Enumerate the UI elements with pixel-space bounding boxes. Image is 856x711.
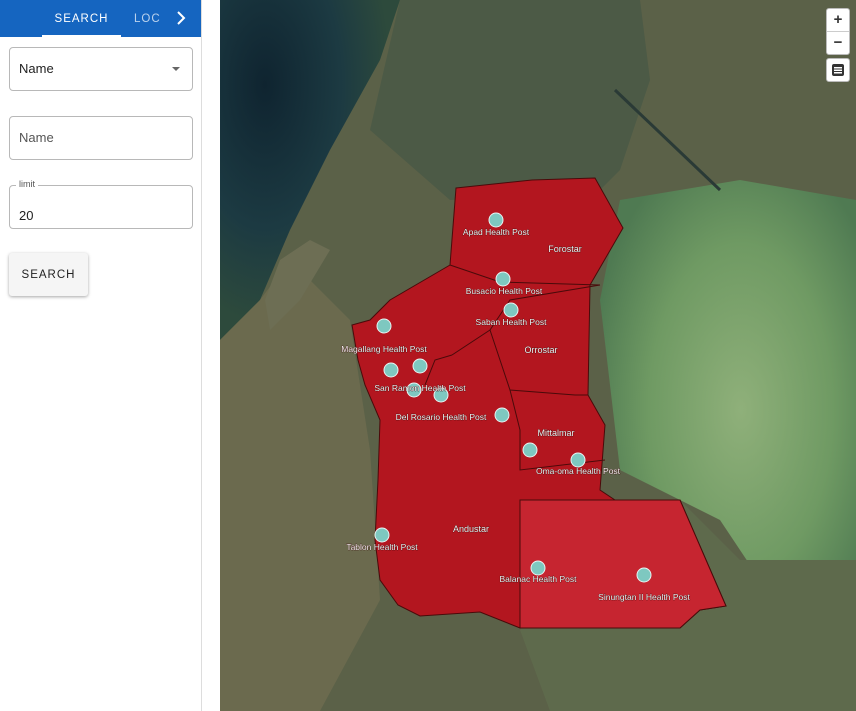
health-post-marker[interactable] [412,358,428,374]
region-label: Mittalmar [537,428,574,438]
select-value: Name [19,61,54,76]
layers-menu-icon [832,64,844,76]
dropdown-arrow-icon [172,67,180,71]
tab-loc[interactable]: LOC [134,0,174,37]
health-post-marker[interactable] [488,212,504,228]
tab-bar: SEARCH LOC [0,0,201,37]
health-post-marker[interactable] [376,318,392,334]
name-placeholder: Name [19,130,54,145]
health-post-marker[interactable] [383,362,399,378]
name-input[interactable]: Name [9,116,193,160]
health-post-marker[interactable] [636,567,652,583]
region-label: Orrostar [524,345,557,355]
health-post-marker[interactable] [522,442,538,458]
marker-label: Sinungtan II Health Post [598,592,690,602]
zoom-out-button[interactable]: − [827,32,849,54]
health-post-marker[interactable] [570,452,586,468]
limit-label: limit [16,179,38,189]
satellite-map: Forostar Orrostar Mittalmar Andustar Apa… [220,0,856,711]
zoom-in-button[interactable]: + [827,9,849,32]
health-post-marker[interactable] [494,407,510,423]
health-post-marker[interactable] [495,271,511,287]
health-post-marker[interactable] [374,527,390,543]
active-tab-indicator [42,35,121,37]
search-button[interactable]: SEARCH [9,253,88,296]
limit-input[interactable]: limit 20 [9,179,193,229]
marker-label: Del Rosario Health Post [396,412,487,422]
marker-label: Saban Health Post [476,317,548,327]
region-label: Andustar [453,524,489,534]
marker-label: San Ramon Health Post [374,383,466,393]
marker-label: Apad Health Post [463,227,530,237]
health-post-marker[interactable] [503,302,519,318]
health-post-marker[interactable] [530,560,546,576]
marker-label: Tablon Health Post [346,542,418,552]
limit-value: 20 [19,208,34,223]
marker-label: Busacio Health Post [466,286,543,296]
sidebar: SEARCH LOC Name Name limit 20 SEARCH [0,0,202,711]
tab-search[interactable]: SEARCH [42,0,121,37]
search-field-select[interactable]: Name [9,47,193,91]
layers-menu-button[interactable] [826,58,850,82]
marker-label: Magallang Health Post [341,344,427,354]
map-view[interactable]: Forostar Orrostar Mittalmar Andustar Apa… [220,0,856,711]
zoom-control: + − [826,8,850,55]
chevron-right-icon[interactable] [172,9,190,27]
marker-label: Balanac Health Post [499,574,577,584]
marker-label: Oma-oma Health Post [536,466,621,476]
region-label: Forostar [548,244,582,254]
